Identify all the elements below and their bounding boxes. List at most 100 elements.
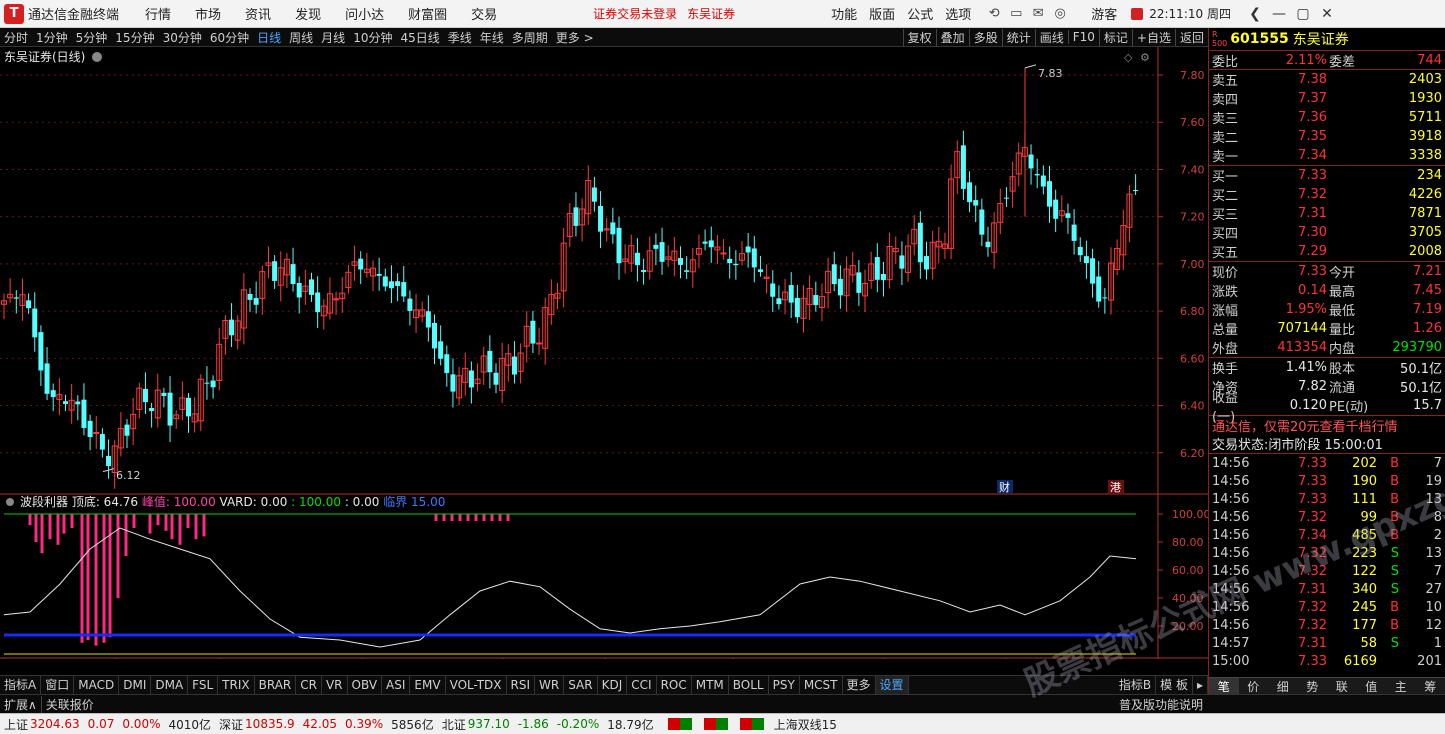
indicator-tab[interactable]: 指标A — [0, 676, 42, 694]
period-tab[interactable]: 周线 — [289, 29, 313, 46]
indicator-tab[interactable]: RSI — [507, 676, 536, 694]
period-tab[interactable]: 5分钟 — [76, 29, 108, 46]
ask-row[interactable]: 卖五 7.38 2403 — [1209, 70, 1445, 89]
data-feed[interactable]: 上海双线15 — [774, 716, 837, 733]
indicator-tab[interactable]: MTM — [692, 676, 729, 694]
indicator-tab[interactable]: SAR — [564, 676, 598, 694]
tool-overlay[interactable]: 叠加 — [935, 28, 969, 46]
period-tab[interactable]: 30分钟 — [163, 29, 202, 46]
period-tab[interactable]: 10分钟 — [353, 29, 392, 46]
indicator-tab[interactable]: 设置 — [875, 676, 909, 694]
indicator-tab[interactable]: TRIX — [218, 676, 255, 694]
period-tab[interactable]: 多周期 — [512, 29, 548, 46]
indicator-tab[interactable]: VOL-TDX — [446, 676, 507, 694]
period-tab[interactable]: 分时 — [4, 29, 28, 46]
tick-list[interactable]: 14:56 7.33 202 B 7 14:56 7.33 190 B 19 14:56 7.33 11… — [1209, 453, 1445, 670]
minimize-icon[interactable]: — — [1267, 6, 1291, 22]
chart-settings-icon[interactable] — [92, 52, 102, 62]
indicator-tab[interactable]: FSL — [188, 676, 219, 694]
menu-layout[interactable]: 版面 — [869, 4, 895, 23]
indicator-tab[interactable]: KDJ — [598, 676, 628, 694]
headset-icon[interactable]: ◎ — [1049, 6, 1071, 21]
indicator-tab[interactable]: WR — [535, 676, 565, 694]
login-alert[interactable]: 证券交易未登录 — [593, 5, 677, 22]
indicator-tab[interactable]: BRAR — [255, 676, 297, 694]
period-tab[interactable]: 1分钟 — [36, 29, 68, 46]
indicator-tab[interactable]: CR — [296, 676, 322, 694]
indicator-tab[interactable]: DMI — [119, 676, 152, 694]
refresh-icon[interactable]: ⟲ — [983, 6, 1005, 21]
indicator-tab[interactable]: 更多 — [843, 676, 876, 694]
indicator-tab[interactable]: OBV — [348, 676, 383, 694]
indicator-tab[interactable]: ROC — [657, 676, 692, 694]
bid-row[interactable]: 买五 7.29 2008 — [1209, 242, 1445, 261]
menu-options[interactable]: 选项 — [945, 4, 971, 23]
period-tab[interactable]: 15分钟 — [115, 29, 154, 46]
indicator-tab[interactable]: MACD — [74, 676, 120, 694]
tool-draw[interactable]: 画线 — [1034, 28, 1068, 46]
template-tab[interactable]: 模 板 — [1156, 676, 1193, 694]
tool-f10[interactable]: F10 — [1067, 30, 1099, 44]
menu-discover[interactable]: 发现 — [295, 4, 321, 23]
tool-multi[interactable]: 多股 — [968, 28, 1002, 46]
period-tab[interactable]: 季线 — [448, 29, 472, 46]
back-icon[interactable]: ❮ — [1243, 6, 1267, 22]
screen-icon[interactable]: ▭ — [1005, 6, 1027, 21]
ask-row[interactable]: 卖二 7.35 3918 — [1209, 127, 1445, 146]
indicator-tab[interactable]: 窗口 — [41, 676, 75, 694]
tool-mark[interactable]: 标记 — [1098, 28, 1132, 46]
period-tab[interactable]: 月线 — [321, 29, 345, 46]
tool-stats[interactable]: 统计 — [1001, 28, 1035, 46]
menu-market[interactable]: 市场 — [195, 4, 221, 23]
tool-adjust[interactable]: 复权 — [902, 28, 936, 46]
indicator-tab[interactable]: PSY — [769, 676, 800, 694]
menu-news[interactable]: 资讯 — [245, 4, 271, 23]
bz-label[interactable]: 北证 — [442, 716, 466, 733]
diamond-icon[interactable]: ◇ — [1124, 51, 1133, 64]
hk-marker[interactable]: 港 — [1110, 481, 1121, 494]
ask-row[interactable]: 卖三 7.36 5711 — [1209, 108, 1445, 127]
kline-chart[interactable]: 7.80 7.60 7.40 7.20 7.00 6.80 6.60 6.40 6.20 东吴证… — [0, 47, 1208, 659]
indicator-tab[interactable]: VR — [322, 676, 348, 694]
mail-icon[interactable]: ✉ — [1027, 6, 1049, 21]
period-tab-more[interactable]: 更多 > — [556, 29, 594, 46]
bid-row[interactable]: 买二 7.32 4226 — [1209, 185, 1445, 204]
menu-wealth[interactable]: 财富圈 — [408, 4, 447, 23]
promo-features-link[interactable]: 普及版功能说明 — [1119, 696, 1445, 713]
menu-function[interactable]: 功能 — [831, 4, 857, 23]
expand-button[interactable]: 扩展∧ — [0, 696, 41, 713]
bid-row[interactable]: 买四 7.30 3705 — [1209, 223, 1445, 242]
period-tab[interactable]: 45日线 — [400, 29, 439, 46]
indicator-settings-icon[interactable] — [6, 498, 14, 506]
ask-row[interactable]: 卖一 7.34 3338 — [1209, 146, 1445, 165]
tool-back[interactable]: 返回 — [1174, 28, 1208, 46]
indicator-tab[interactable]: ASI — [382, 676, 411, 694]
bid-row[interactable]: 买一 7.33 234 — [1209, 166, 1445, 185]
period-tab-daily[interactable]: 日线 — [257, 29, 281, 46]
bid-row[interactable]: 买三 7.31 7871 — [1209, 204, 1445, 223]
indicator-tab[interactable]: CCI — [627, 676, 657, 694]
menu-trade[interactable]: 交易 — [471, 4, 497, 23]
tool-add-watch[interactable]: +自选 — [1131, 28, 1175, 46]
maximize-icon[interactable]: ▢ — [1291, 6, 1315, 22]
finance-marker[interactable]: 财 — [999, 480, 1010, 494]
menu-quotes[interactable]: 行情 — [145, 4, 171, 23]
ask-row[interactable]: 卖四 7.37 1930 — [1209, 89, 1445, 108]
indicator-b-tab[interactable]: 指标B — [1115, 676, 1157, 694]
sz-label[interactable]: 深证 — [219, 716, 243, 733]
menu-ask[interactable]: 问小达 — [345, 4, 384, 23]
indicator-tab[interactable]: BOLL — [729, 676, 769, 694]
alert-icon[interactable] — [1131, 7, 1144, 20]
close-icon[interactable]: ✕ — [1315, 6, 1339, 22]
period-tab[interactable]: 年线 — [480, 29, 504, 46]
indicator-tab[interactable]: MCST — [800, 676, 843, 694]
related-quotes-button[interactable]: 关联报价 — [40, 695, 98, 713]
menu-formula[interactable]: 公式 — [907, 4, 933, 23]
guest-user[interactable]: 游客 — [1091, 4, 1117, 23]
sh-label[interactable]: 上证 — [4, 716, 28, 733]
period-tab[interactable]: 60分钟 — [210, 29, 249, 46]
gear-icon[interactable]: ⚙ — [1140, 51, 1150, 64]
indicator-tab[interactable]: EMV — [410, 676, 446, 694]
broker-link[interactable]: 东吴证券 — [687, 5, 735, 22]
promo-link[interactable]: 通达信，仅需20元查看千档行情 — [1209, 415, 1445, 435]
